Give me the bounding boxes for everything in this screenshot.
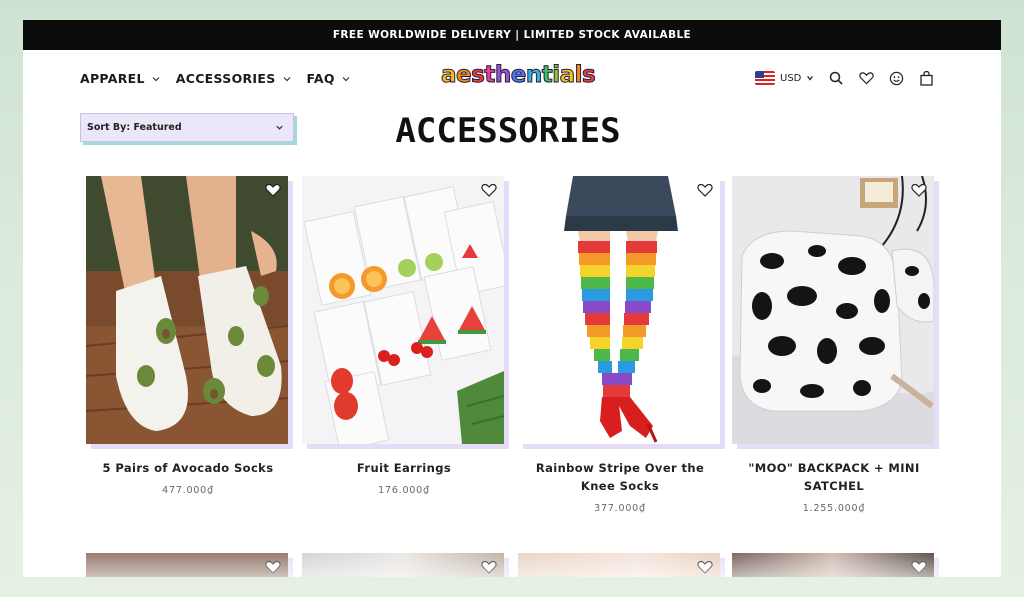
product-card[interactable]: "MOO" BACKPACK + MINI SATCHEL 1.255.000₫ [732,176,936,514]
main-nav: APPAREL ACCESSORIES FAQ [80,71,351,86]
logo-letter: e [456,62,473,88]
chevron-down-icon [283,76,290,81]
site-header: APPAREL ACCESSORIES FAQ aesthentials USD [23,50,1001,106]
us-flag-icon [755,71,775,85]
product-card[interactable] [86,553,290,577]
chevron-down-icon [152,76,160,81]
product-image[interactable] [732,176,934,444]
product-price: 1.255.000₫ [802,503,866,514]
browser-page: FREE WORLDWIDE DELIVERY | LIMITED STOCK … [23,20,1001,577]
product-image[interactable] [302,176,504,444]
logo-letter: t [484,62,496,88]
product-image[interactable] [86,176,288,444]
logo-letter: s [582,62,597,88]
announcement-text: FREE WORLDWIDE DELIVERY | LIMITED STOCK … [332,29,692,41]
product-image[interactable] [302,553,504,577]
product-card[interactable]: 5 Pairs of Avocado Socks 477.000₫ [86,176,290,496]
logo-letter: a [559,62,576,88]
logo-letter: e [510,62,527,88]
currency-code: USD [780,72,802,84]
cart-icon[interactable] [918,70,934,86]
product-image[interactable] [518,553,720,577]
product-card[interactable] [732,553,936,577]
nav-faq[interactable]: FAQ [307,71,351,86]
logo-letter: n [525,62,542,88]
sort-dropdown[interactable]: Sort By: Featured [80,113,294,142]
search-icon[interactable] [828,70,844,86]
product-card[interactable] [518,553,722,577]
wishlist-heart-icon[interactable] [481,182,497,198]
wishlist-heart-icon[interactable] [265,559,281,575]
rainbow-socks-image [518,176,720,444]
sort-label: Sort By: Featured [87,122,182,133]
heart-icon[interactable] [858,70,874,86]
header-tools: USD [755,70,934,86]
product-name[interactable]: Fruit Earrings [302,459,506,477]
product-image[interactable] [518,176,720,444]
account-icon[interactable] [888,70,904,86]
chevron-down-icon [807,76,814,81]
logo-letter: l [574,62,583,88]
product-name[interactable]: "MOO" BACKPACK + MINI SATCHEL [732,459,936,495]
logo-letter: s [471,62,486,88]
site-logo[interactable]: aesthentials [440,62,597,88]
wishlist-heart-icon[interactable] [265,182,281,198]
nav-accessories-label: ACCESSORIES [175,71,276,86]
logo-letter: h [494,62,511,88]
nav-apparel-label: APPAREL [80,71,145,86]
product-image[interactable] [732,553,934,577]
product-card[interactable]: Rainbow Stripe Over the Knee Socks 377.0… [518,176,722,514]
product-card[interactable]: Fruit Earrings 176.000₫ [302,176,506,496]
wishlist-heart-icon[interactable] [697,182,713,198]
wishlist-heart-icon[interactable] [697,559,713,575]
nav-accessories[interactable]: ACCESSORIES [176,71,292,86]
page-title: ACCESSORIES [395,111,621,151]
nav-faq-label: FAQ [306,71,335,86]
cow-backpack-image [732,176,934,444]
product-image[interactable] [86,553,288,577]
product-price: 377.000₫ [594,503,646,514]
product-price: 477.000₫ [162,485,214,496]
logo-letter: a [440,62,457,88]
product-name[interactable]: 5 Pairs of Avocado Socks [86,459,290,477]
product-card[interactable] [302,553,506,577]
currency-selector[interactable]: USD [755,71,814,85]
avocado-socks-image [86,176,288,444]
fruit-earrings-image [302,176,504,444]
logo-letter: t [541,62,553,88]
logo-letter: i [552,62,561,88]
announcement-bar: FREE WORLDWIDE DELIVERY | LIMITED STOCK … [23,20,1001,50]
product-name[interactable]: Rainbow Stripe Over the Knee Socks [518,459,722,495]
wishlist-heart-icon[interactable] [911,559,927,575]
wishlist-heart-icon[interactable] [911,182,927,198]
wishlist-heart-icon[interactable] [481,559,497,575]
product-price: 176.000₫ [378,485,430,496]
chevron-down-icon [342,76,350,81]
chevron-down-icon [276,125,283,130]
nav-apparel[interactable]: APPAREL [80,71,161,86]
